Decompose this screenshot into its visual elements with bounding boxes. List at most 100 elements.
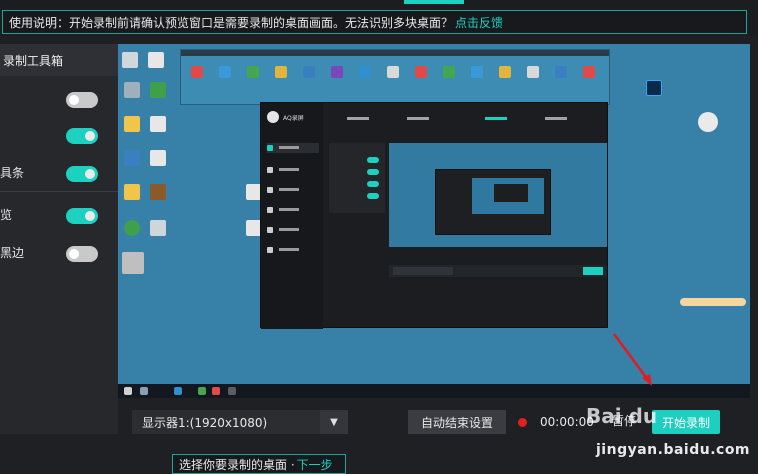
app-icon <box>443 66 455 78</box>
app-icon <box>471 66 483 78</box>
nested-tab <box>485 117 507 120</box>
archive-icon <box>150 184 166 200</box>
start-recording-button[interactable]: 开始录制 <box>652 410 720 434</box>
nested-tabs <box>323 117 609 127</box>
usage-instruction: 使用说明：开始录制前请确认预览窗口是需要录制的桌面画面。无法识别多块桌面？ 点击… <box>2 10 747 34</box>
nested-tab <box>545 117 567 120</box>
nested-tab <box>407 117 429 120</box>
app-icon <box>387 66 399 78</box>
chrome-icon <box>212 387 220 395</box>
nested-app-name: AQ录屏 <box>283 115 304 122</box>
nested-controls <box>389 265 607 277</box>
top-bar: 使用说明：开始录制前请确认预览窗口是需要录制的桌面画面。无法识别多块桌面？ 点击… <box>0 0 758 36</box>
desktop-file-icon <box>150 82 166 98</box>
toolbox-row-2 <box>0 114 118 154</box>
tip-text: 选择你要录制的桌面 · <box>179 457 295 472</box>
toggle-switch[interactable] <box>66 208 98 224</box>
toolbox-row-label: 具条 <box>0 166 25 180</box>
nested-sidebar: AQ录屏 <box>261 103 323 329</box>
nested-preview-window <box>472 178 544 214</box>
app-icon <box>499 66 511 78</box>
window-title-bar <box>181 50 609 56</box>
display-select[interactable]: 显示器1:(1920x1080) ▼ <box>132 410 348 434</box>
toolbox-row-3: 具条 <box>0 152 118 192</box>
app-icon <box>303 66 315 78</box>
recorder-app: 使用说明：开始录制前请确认预览窗口是需要录制的桌面画面。无法识别多块桌面？ 点击… <box>0 0 758 474</box>
toggle-switch[interactable] <box>66 92 98 108</box>
nested-toggle <box>367 157 379 163</box>
nested-menu-item <box>267 225 319 235</box>
folder-icon <box>124 184 140 200</box>
app-icon <box>198 387 206 395</box>
app-logo-icon <box>267 111 279 123</box>
app-icon <box>583 66 595 78</box>
floating-toolbar <box>680 298 746 306</box>
toggle-switch[interactable] <box>66 246 98 262</box>
toolbox-sidebar: 录制工具箱 具条 览 黑边 <box>0 44 118 434</box>
desktop-file-icon <box>122 52 138 68</box>
next-step-link[interactable]: 下一步 <box>297 456 333 473</box>
app-icon <box>359 66 371 78</box>
toolbox-row-label: 黑边 <box>0 246 25 260</box>
toolbox-row-4: 览 <box>0 194 118 234</box>
app-icon <box>191 66 203 78</box>
browser-icon <box>174 387 182 395</box>
search-icon <box>140 387 148 395</box>
nested-preview-window <box>494 184 528 202</box>
nested-menu-item <box>267 185 319 195</box>
app-icon <box>331 66 343 78</box>
nested-preview-window <box>435 169 551 235</box>
chevron-down-icon[interactable]: ▼ <box>320 410 348 434</box>
recycle-bin-icon <box>124 82 140 98</box>
divider <box>0 191 118 192</box>
app-icon <box>228 387 236 395</box>
toolbox-title: 录制工具箱 <box>0 44 118 76</box>
desktop-file-icon <box>150 150 166 166</box>
nested-menu-item <box>267 245 319 255</box>
nested-menu-item <box>267 205 319 215</box>
folder-window <box>180 49 610 105</box>
recording-timer: 00:00:00 <box>540 415 594 429</box>
app-icon <box>415 66 427 78</box>
nested-toggle <box>367 181 379 187</box>
toggle-switch[interactable] <box>66 128 98 144</box>
watermark-site: jingyan.baidu.com <box>596 442 751 458</box>
nested-start-button <box>583 267 603 275</box>
select-desktop-tip: 选择你要录制的桌面 · 下一步 <box>172 454 346 474</box>
photoshop-icon <box>646 80 662 96</box>
desktop-file-icon <box>148 52 164 68</box>
nested-menu-item <box>267 165 319 175</box>
nested-recorder-window: AQ录屏 <box>260 102 609 329</box>
recording-controls: 显示器1:(1920x1080) ▼ 自动结束设置 00:00:00 暂停 开始… <box>118 398 750 444</box>
app-icon <box>247 66 259 78</box>
folder-icon <box>124 116 140 132</box>
toolbox-row-label: 览 <box>0 208 13 222</box>
toggle-switch[interactable] <box>66 166 98 182</box>
desktop-app-icon <box>150 220 166 236</box>
top-marker <box>404 0 464 4</box>
app-icon <box>527 66 539 78</box>
toolbox-row-5: 黑边 <box>0 232 118 272</box>
nested-preview <box>389 143 607 247</box>
nested-toggle <box>367 169 379 175</box>
nested-menu-item <box>267 143 319 153</box>
nested-tab <box>347 117 369 120</box>
app-icon <box>219 66 231 78</box>
nested-toolbox <box>329 143 385 213</box>
desktop-file-icon <box>150 116 166 132</box>
display-select-value: 显示器1:(1920x1080) <box>142 415 268 430</box>
folder-icons-row <box>181 60 611 96</box>
clock-widget-icon <box>698 112 718 132</box>
feedback-link[interactable]: 点击反馈 <box>455 14 503 31</box>
red-arrow-annotation <box>612 333 652 386</box>
nested-display-select <box>393 267 453 275</box>
pause-button[interactable]: 暂停 <box>612 412 636 429</box>
record-indicator-icon <box>518 418 527 427</box>
usage-instruction-text: 使用说明：开始录制前请确认预览窗口是需要录制的桌面画面。无法识别多块桌面？ <box>9 15 454 30</box>
auto-end-settings-button[interactable]: 自动结束设置 <box>408 410 506 434</box>
aq-recorder-shortcut-icon <box>122 252 144 274</box>
desktop-preview[interactable]: AQ录屏 <box>118 44 750 398</box>
app-icon <box>555 66 567 78</box>
nested-main <box>323 103 609 329</box>
nested-toggle <box>367 193 379 199</box>
